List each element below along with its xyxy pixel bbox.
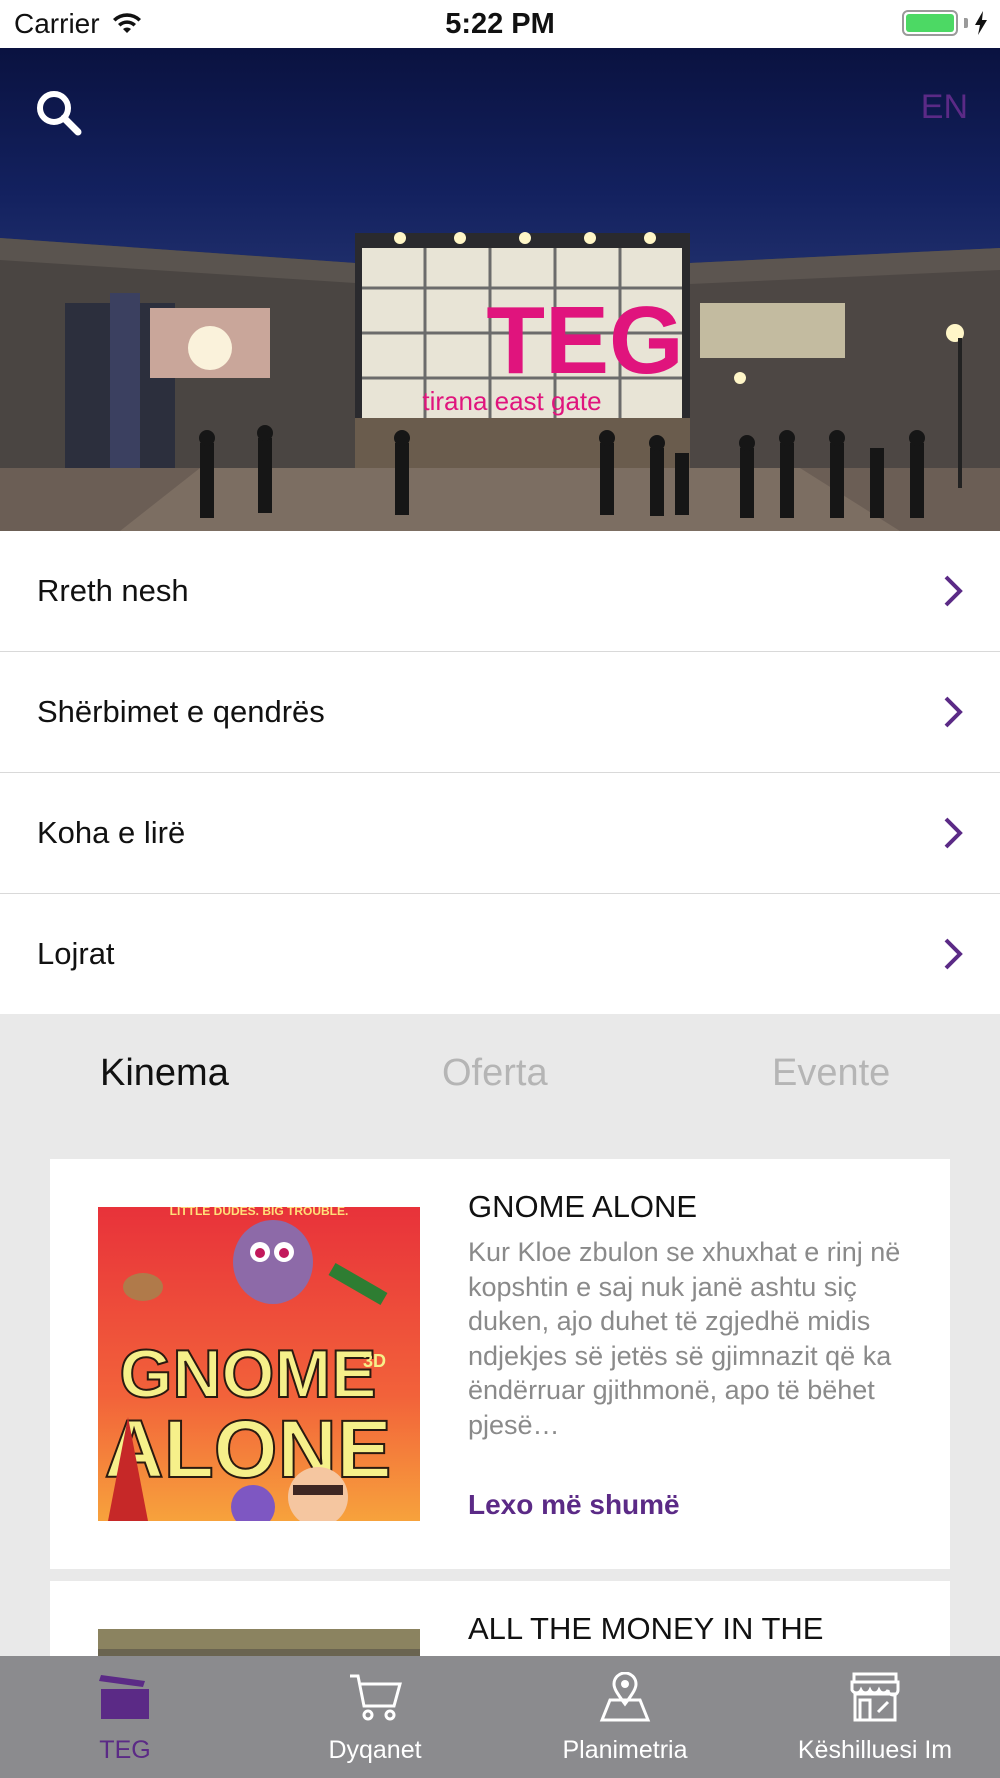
mall-illustration: TEG tirana east gate: [0, 232, 1000, 531]
tab-kinema[interactable]: Kinema: [100, 1052, 229, 1095]
teg-sign-subtext: tirana east gate: [422, 386, 601, 416]
tabbar-item-keshilluesi[interactable]: Këshilluesi Im: [750, 1656, 1000, 1778]
chevron-right-icon: [944, 817, 963, 849]
map-pin-icon: [595, 1670, 655, 1724]
tabbar-label: Dyqanet: [328, 1736, 422, 1764]
menu-item-rreth-nesh[interactable]: Rreth nesh: [0, 531, 1000, 652]
tabbar-item-dyqanet[interactable]: Dyqanet: [250, 1656, 500, 1778]
chevron-right-icon: [944, 938, 963, 970]
teg-sign: TEG: [486, 287, 683, 394]
info-menu: Rreth nesh Shërbimet e qendrës Koha e li…: [0, 531, 1000, 1014]
card-description: Kur Kloe zbulon se xhuxhat e rinj në kop…: [468, 1237, 901, 1440]
poster-tagline: LITTLE DUDES. BIG TROUBLE.: [170, 1207, 349, 1218]
tab-evente[interactable]: Evente: [772, 1052, 890, 1095]
poster-title-line-1: GNOME: [120, 1336, 377, 1412]
clapperboard-icon: [95, 1670, 155, 1724]
tabbar-label: TEG: [99, 1736, 151, 1764]
bottom-tab-bar: TEG Dyqanet Planimetria Këshilluesi Im: [0, 1656, 1000, 1778]
menu-item-label: Shërbimet e qendrës: [37, 694, 325, 729]
card-title: ALL THE MONEY IN THE WORLD: [468, 1611, 824, 1656]
charging-bolt-icon: [975, 11, 987, 35]
menu-item-label: Lojrat: [37, 936, 115, 971]
menu-item-label: Koha e lirë: [37, 815, 186, 850]
menu-item-sherbimet[interactable]: Shërbimet e qendrës: [0, 652, 1000, 773]
movie-poster: [98, 1629, 420, 1656]
tabbar-item-teg[interactable]: TEG: [0, 1656, 250, 1778]
menu-item-lojrat[interactable]: Lojrat: [0, 894, 1000, 1014]
language-button[interactable]: EN: [921, 88, 968, 127]
tabbar-label: Këshilluesi Im: [797, 1736, 953, 1764]
storefront-icon: [845, 1670, 905, 1724]
hero-image: TEG tirana east gate EN: [0, 48, 1000, 531]
tab-oferta[interactable]: Oferta: [442, 1052, 548, 1095]
search-icon: [37, 91, 82, 136]
status-bar: Carrier 5:22 PM: [0, 0, 1000, 48]
poster-title-line-2: ALONE: [105, 1404, 392, 1495]
chevron-right-icon: [944, 575, 963, 607]
status-right: [902, 10, 988, 36]
segment-tabs: Kinema Oferta Evente: [0, 1014, 1000, 1144]
search-button[interactable]: [34, 88, 84, 138]
status-time: 5:22 PM: [445, 8, 555, 40]
card-title: GNOME ALONE: [468, 1189, 698, 1224]
tabbar-label: Planimetria: [562, 1736, 688, 1764]
movie-card[interactable]: LITTLE DUDES. BIG TROUBLE. GNOME 3D ALON…: [50, 1159, 950, 1569]
tabbar-item-planimetria[interactable]: Planimetria: [500, 1656, 750, 1778]
menu-item-koha-e-lire[interactable]: Koha e lirë: [0, 773, 1000, 894]
chevron-right-icon: [944, 696, 963, 728]
menu-item-label: Rreth nesh: [37, 573, 189, 608]
battery-icon: [902, 10, 958, 36]
read-more-link[interactable]: Lexo më shumë: [468, 1489, 680, 1521]
content-section: Kinema Oferta Evente LITTLE DUDES. BIG T…: [0, 1014, 1000, 1656]
poster-badge: 3D: [363, 1351, 386, 1371]
movie-card[interactable]: ALL THE MONEY IN THE WORLD: [50, 1581, 950, 1656]
cart-icon: [345, 1670, 405, 1724]
movie-poster: LITTLE DUDES. BIG TROUBLE. GNOME 3D ALON…: [98, 1207, 420, 1521]
